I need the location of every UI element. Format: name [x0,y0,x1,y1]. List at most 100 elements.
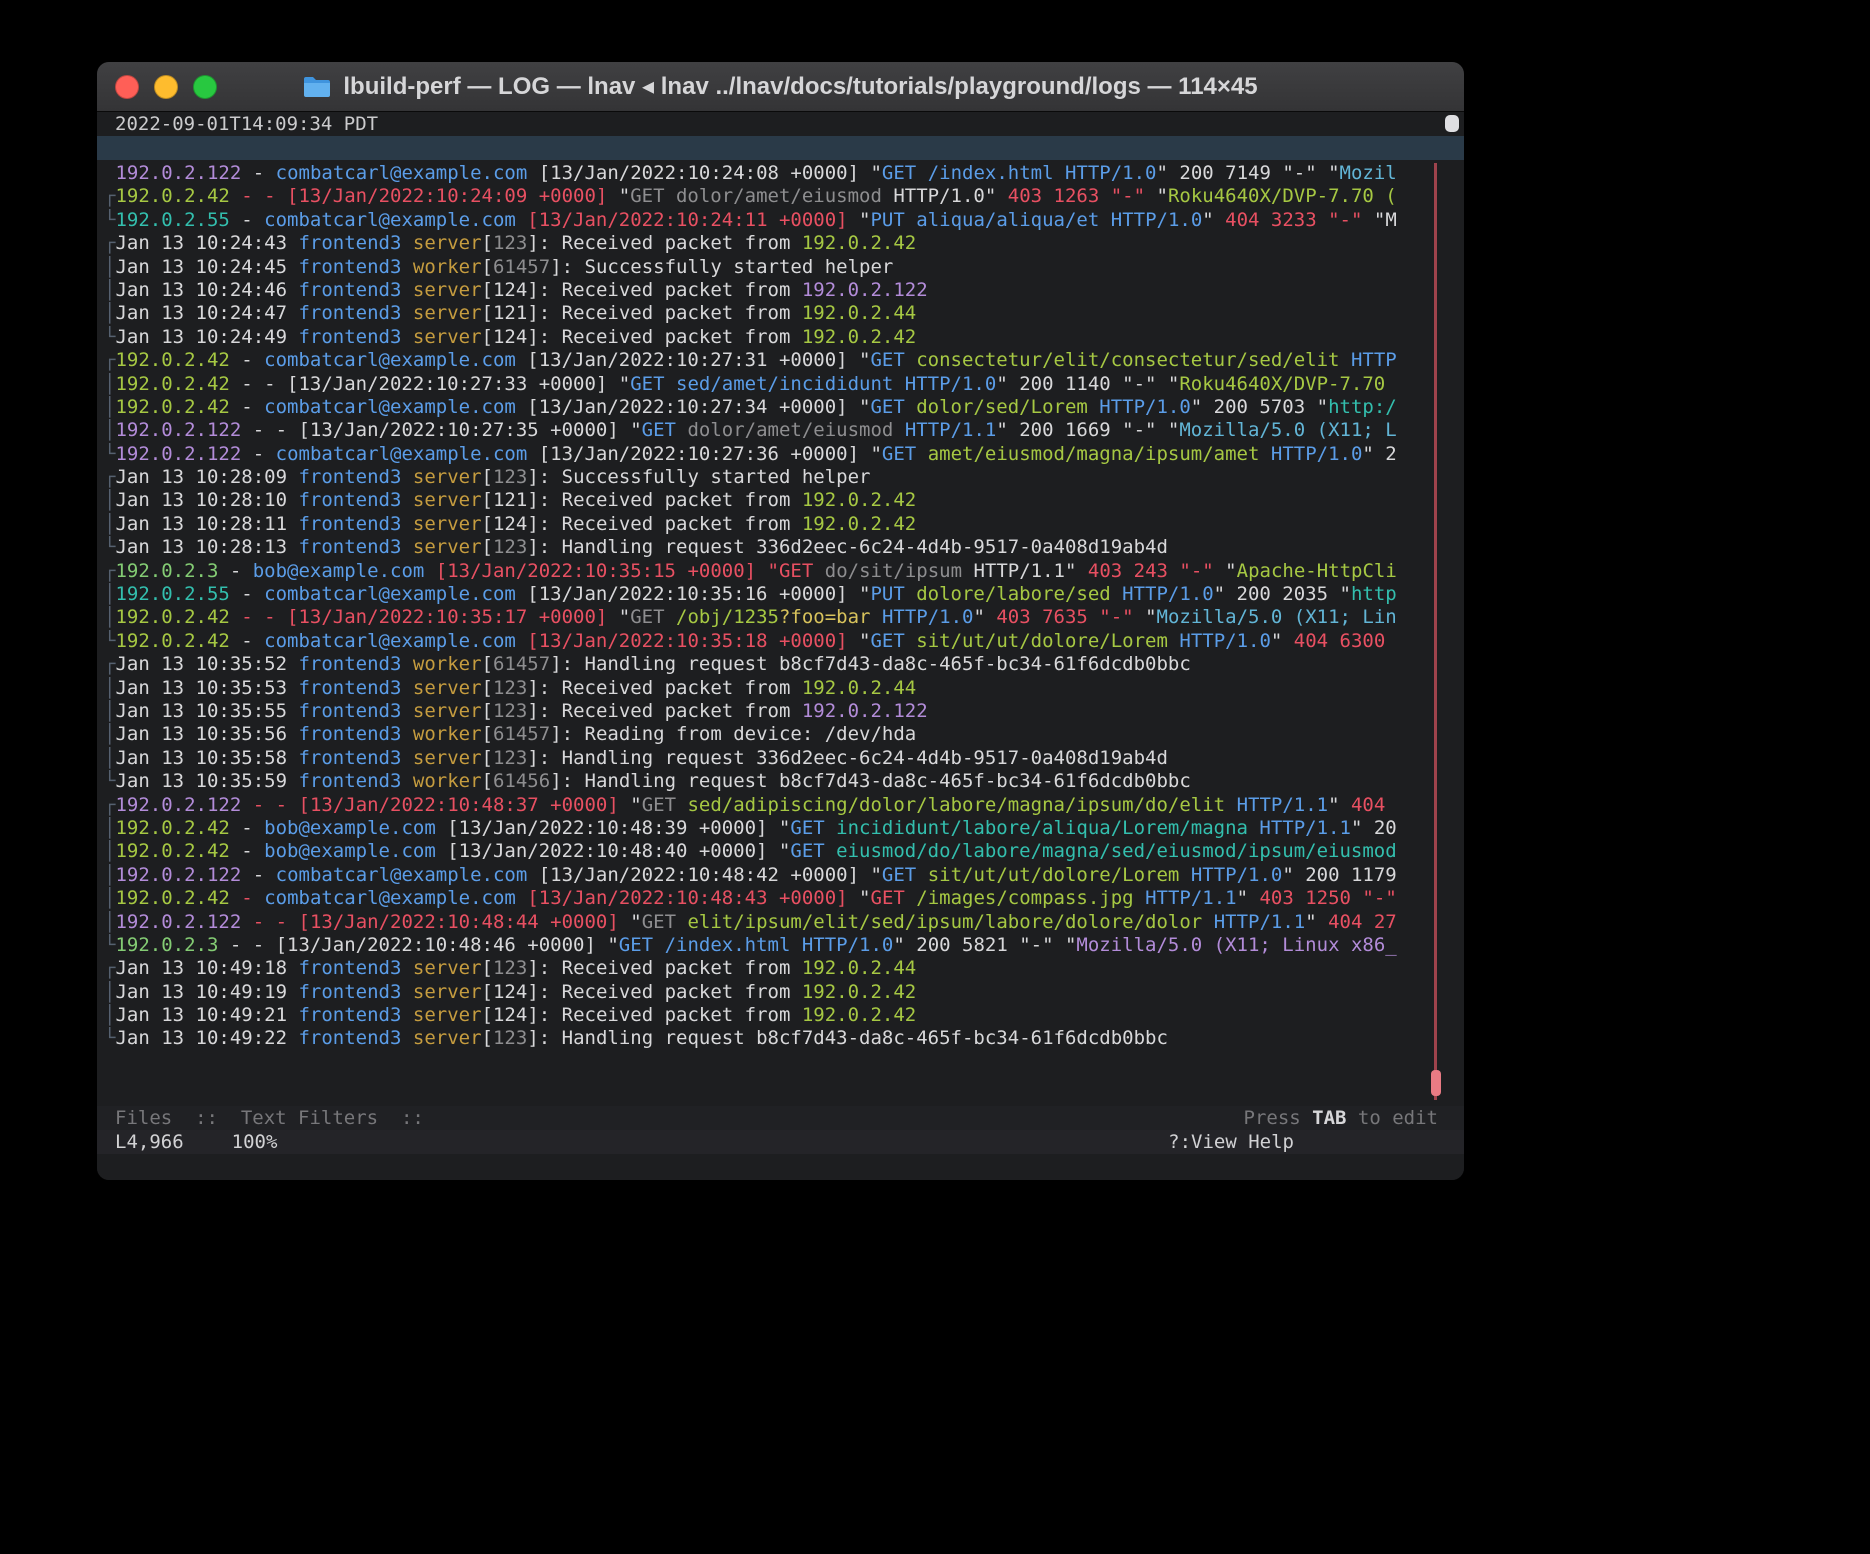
time-bracket: │ [104,887,115,909]
time-bracket: │ [104,256,115,278]
breadcrumb: LOG⟩2022-01-13T10:24:08.000⟩access_log⟩a… [97,136,1464,160]
log-line[interactable]: │Jan 13 10:24:46 frontend3 server[124]: … [97,279,1464,302]
log-line[interactable]: ┌192.0.2.42 - combatcarl@example.com [13… [97,349,1464,372]
time-bracket: └ [104,1027,115,1049]
time-bracket: │ [104,583,115,605]
time-bracket: ┌ [104,653,115,675]
log-line[interactable]: └Jan 13 10:28:13 frontend3 server[123]: … [97,536,1464,559]
log-line[interactable]: │192.0.2.122 - - [13/Jan/2022:10:48:44 +… [97,911,1464,934]
time-bracket: │ [104,817,115,839]
log-line[interactable]: │192.0.2.42 - combatcarl@example.com [13… [97,396,1464,419]
scroll-percent: 100% [232,1131,278,1153]
time-bracket: │ [104,677,115,699]
log-line[interactable]: └Jan 13 10:35:59 frontend3 worker[61456]… [97,770,1464,793]
log-line[interactable]: └192.0.2.55 - combatcarl@example.com [13… [97,209,1464,232]
log-line[interactable]: 192.0.2.122 - combatcarl@example.com [13… [97,162,1464,185]
time-bracket: ┌ [104,185,115,207]
traffic-lights [115,62,217,111]
log-line[interactable]: └192.0.2.3 - - [13/Jan/2022:10:48:46 +00… [97,934,1464,957]
log-line[interactable]: │Jan 13 10:49:21 frontend3 server[124]: … [97,1004,1464,1027]
window-titlebar[interactable]: lbuild-perf — LOG — lnav ◂ lnav ../lnav/… [97,62,1464,112]
time-bracket: │ [104,302,115,324]
log-line[interactable]: │Jan 13 10:28:10 frontend3 server[121]: … [97,489,1464,512]
log-line[interactable]: └192.0.2.42 - combatcarl@example.com [13… [97,630,1464,653]
log-line[interactable]: │192.0.2.42 - combatcarl@example.com [13… [97,887,1464,910]
log-line[interactable]: │192.0.2.122 - - [13/Jan/2022:10:27:35 +… [97,419,1464,442]
status-bar: L4,966 100% ?:View Help [97,1130,1464,1154]
log-line[interactable]: │Jan 13 10:24:45 frontend3 worker[61457]… [97,256,1464,279]
lnav-clock: 2022-09-01T14:09:34 PDT [97,112,1464,136]
error-nav-hint: Press e/E to move forward/backward throu… [97,1154,1464,1180]
time-bracket: ┌ [104,957,115,979]
filter-bar: Files :: Text Filters :: Press TAB to ed… [97,1106,1464,1130]
filter-bar-hint: Press TAB to edit [1244,1106,1438,1130]
time-bracket: │ [104,911,115,933]
tab-key-label: TAB [1312,1107,1346,1129]
log-line[interactable]: │Jan 13 10:28:11 frontend3 server[124]: … [97,513,1464,536]
time-bracket: ┌ [104,349,115,371]
log-line[interactable]: │Jan 13 10:24:47 frontend3 server[121]: … [97,302,1464,325]
time-bracket: │ [104,419,115,441]
time-bracket: │ [104,606,115,628]
time-bracket: ┌ [104,794,115,816]
time-bracket: │ [104,864,115,886]
minimize-button[interactable] [154,75,178,99]
time-bracket: │ [104,700,115,722]
time-bracket: │ [104,981,115,1003]
time-bracket [104,162,115,184]
time-bracket: │ [104,373,115,395]
log-line[interactable]: │192.0.2.55 - combatcarl@example.com [13… [97,583,1464,606]
log-line[interactable]: └Jan 13 10:24:49 frontend3 server[124]: … [97,326,1464,349]
error-marker-rail[interactable] [1434,163,1437,1100]
time-bracket: └ [104,536,115,558]
log-line[interactable]: │Jan 13 10:35:55 frontend3 server[123]: … [97,700,1464,723]
log-line[interactable]: ┌Jan 13 10:49:18 frontend3 server[123]: … [97,957,1464,980]
time-bracket: │ [104,279,115,301]
time-bracket: │ [104,513,115,535]
log-view[interactable]: 192.0.2.122 - combatcarl@example.com [13… [97,160,1464,1106]
log-line[interactable]: │192.0.2.42 - - [13/Jan/2022:10:35:17 +0… [97,606,1464,629]
log-line[interactable]: │Jan 13 10:35:58 frontend3 server[123]: … [97,747,1464,770]
time-bracket: └ [104,934,115,956]
time-bracket: │ [104,1004,115,1026]
filter-bar-left[interactable]: Files :: Text Filters :: [115,1106,424,1130]
time-bracket: └ [104,326,115,348]
time-bracket: └ [104,209,115,231]
log-line[interactable]: │Jan 13 10:49:19 frontend3 server[124]: … [97,981,1464,1004]
terminal-window: lbuild-perf — LOG — lnav ◂ lnav ../lnav/… [97,62,1464,1180]
close-button[interactable] [115,75,139,99]
log-line[interactable]: │192.0.2.42 - bob@example.com [13/Jan/20… [97,817,1464,840]
log-line[interactable]: │192.0.2.122 - combatcarl@example.com [1… [97,864,1464,887]
scrollbar-top-thumb[interactable] [1445,115,1459,132]
log-line[interactable]: ┌192.0.2.122 - - [13/Jan/2022:10:48:37 +… [97,794,1464,817]
log-line[interactable]: ┌192.0.2.3 - bob@example.com [13/Jan/202… [97,560,1464,583]
window-title: lbuild-perf — LOG — lnav ◂ lnav ../lnav/… [303,72,1257,101]
zoom-button[interactable] [193,75,217,99]
log-line[interactable]: └192.0.2.122 - combatcarl@example.com [1… [97,443,1464,466]
log-line[interactable]: ┌Jan 13 10:24:43 frontend3 server[123]: … [97,232,1464,255]
line-number: L4,966 [115,1131,184,1153]
time-bracket: │ [104,489,115,511]
log-line[interactable]: ┌Jan 13 10:35:52 frontend3 worker[61457]… [97,653,1464,676]
log-line[interactable]: │192.0.2.42 - bob@example.com [13/Jan/20… [97,840,1464,863]
time-bracket: │ [104,747,115,769]
time-bracket: └ [104,630,115,652]
log-line[interactable]: │Jan 13 10:35:56 frontend3 worker[61457]… [97,723,1464,746]
time-bracket: ┌ [104,560,115,582]
time-bracket: │ [104,723,115,745]
view-help-hint[interactable]: ?:View Help [1168,1130,1294,1154]
log-line[interactable]: ┌Jan 13 10:28:09 frontend3 server[123]: … [97,466,1464,489]
log-line[interactable]: ┌192.0.2.42 - - [13/Jan/2022:10:24:09 +0… [97,185,1464,208]
time-bracket: ┌ [104,232,115,254]
window-title-text: lbuild-perf — LOG — lnav ◂ lnav ../lnav/… [343,72,1257,101]
log-line[interactable]: │Jan 13 10:35:53 frontend3 server[123]: … [97,677,1464,700]
status-position: L4,966 100% [115,1130,277,1154]
time-bracket: │ [104,840,115,862]
time-bracket: └ [104,443,115,465]
folder-icon [303,76,331,98]
time-bracket: │ [104,396,115,418]
log-line[interactable]: │192.0.2.42 - - [13/Jan/2022:10:27:33 +0… [97,373,1464,396]
log-line[interactable]: └Jan 13 10:49:22 frontend3 server[123]: … [97,1027,1464,1050]
time-bracket: ┌ [104,466,115,488]
scrollbar-position-thumb[interactable] [1431,1070,1441,1096]
